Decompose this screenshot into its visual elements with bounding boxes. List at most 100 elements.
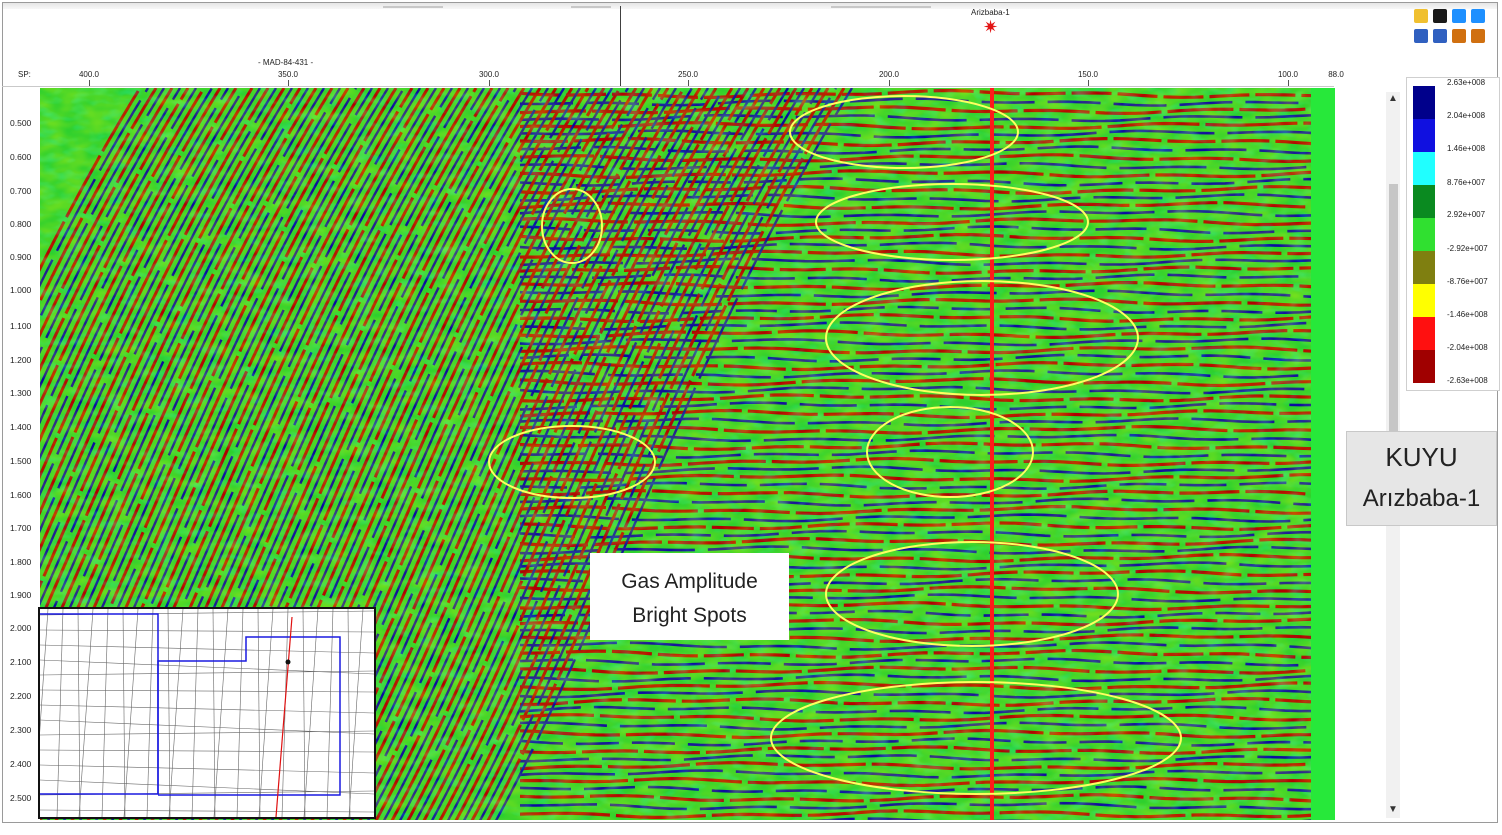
map-line bbox=[212, 609, 216, 817]
map-line bbox=[40, 719, 374, 735]
map-line bbox=[40, 609, 49, 733]
cursor-line bbox=[620, 6, 621, 86]
sp-tick-label: 350.0 bbox=[277, 70, 299, 79]
time-axis-label: 2.300 bbox=[10, 725, 32, 735]
tab-marker[interactable] bbox=[383, 6, 443, 8]
well-marker-icon[interactable]: ✷ bbox=[983, 18, 998, 36]
legend-swatch bbox=[1413, 284, 1435, 317]
legend-swatch bbox=[1413, 317, 1435, 350]
base-map bbox=[40, 609, 374, 817]
map-line bbox=[167, 609, 171, 817]
seismic-line-trace bbox=[275, 616, 293, 817]
time-axis-label: 1.500 bbox=[10, 456, 32, 466]
sp-tick-label: 400.0 bbox=[78, 70, 100, 79]
legend-swatch bbox=[1413, 152, 1435, 185]
map-line bbox=[40, 689, 374, 693]
axis-rule bbox=[2, 86, 1334, 87]
tab-marker[interactable] bbox=[831, 6, 931, 8]
map-line bbox=[123, 609, 139, 817]
legend-label: -2.04e+008 bbox=[1447, 343, 1488, 352]
callout-line-1: Gas Amplitude bbox=[621, 570, 758, 593]
map-line bbox=[78, 609, 94, 817]
scroll-up-icon[interactable]: ▲ bbox=[1386, 93, 1400, 104]
map-line bbox=[347, 609, 351, 817]
tab-marker[interactable] bbox=[571, 6, 611, 8]
time-axis-label: 2.500 bbox=[10, 793, 32, 803]
legend-label: 8.76e+007 bbox=[1447, 178, 1486, 187]
map-line bbox=[326, 609, 334, 817]
map-line bbox=[77, 609, 81, 817]
map-line bbox=[40, 749, 374, 753]
undo-icon[interactable] bbox=[1433, 29, 1447, 43]
legend-label: -2.63e+008 bbox=[1447, 376, 1488, 385]
legend-label: 2.04e+008 bbox=[1447, 111, 1486, 120]
map-line bbox=[302, 609, 306, 817]
legend-swatch bbox=[1413, 185, 1435, 218]
time-axis-label: 0.700 bbox=[10, 186, 32, 196]
license-boundary bbox=[40, 613, 159, 795]
time-axis-label: 0.500 bbox=[10, 118, 32, 128]
save-icon[interactable] bbox=[1433, 9, 1447, 23]
map-line bbox=[56, 609, 64, 817]
legend-label: -2.92e+007 bbox=[1447, 244, 1488, 253]
time-axis-label: 1.800 bbox=[10, 557, 32, 567]
sp-tick-label: 100.0 bbox=[1277, 70, 1299, 79]
map-line bbox=[40, 779, 374, 795]
sort-down-icon[interactable] bbox=[1452, 29, 1466, 43]
legend-label: -1.46e+008 bbox=[1447, 310, 1488, 319]
map-line bbox=[303, 609, 319, 817]
time-axis-label: 2.000 bbox=[10, 623, 32, 633]
map-line bbox=[281, 609, 289, 817]
map-line bbox=[40, 659, 374, 675]
back-arrow-icon[interactable] bbox=[1452, 9, 1466, 23]
time-axis-label: 1.700 bbox=[10, 523, 32, 533]
map-line bbox=[257, 609, 261, 817]
map-line bbox=[122, 609, 126, 817]
map-line bbox=[146, 609, 154, 817]
time-axis-label: 1.400 bbox=[10, 422, 32, 432]
map-line bbox=[40, 670, 374, 676]
time-axis-label: 1.000 bbox=[10, 285, 32, 295]
time-axis-label: 2.200 bbox=[10, 691, 32, 701]
legend-swatch bbox=[1413, 86, 1435, 119]
well-name-label: Arizbaba-1 bbox=[971, 8, 1010, 17]
map-line bbox=[236, 609, 244, 817]
sp-tick-label: 250.0 bbox=[677, 70, 699, 79]
map-line bbox=[191, 609, 199, 817]
legend-label: 2.63e+008 bbox=[1447, 78, 1486, 87]
time-axis-label: 1.300 bbox=[10, 388, 32, 398]
sp-tick-label: 300.0 bbox=[478, 70, 500, 79]
callout-line-2: Bright Spots bbox=[632, 604, 747, 627]
legend-swatch bbox=[1413, 251, 1435, 284]
scroll-down-icon[interactable]: ▼ bbox=[1386, 804, 1400, 815]
open-folder-icon[interactable] bbox=[1414, 9, 1428, 23]
seismic-line-name: - MAD-84-431 - bbox=[258, 58, 314, 67]
time-axis-label: 1.900 bbox=[10, 590, 32, 600]
time-axis-label: 2.400 bbox=[10, 759, 32, 769]
refresh-icon[interactable] bbox=[1414, 29, 1428, 43]
legend-label: -8.76e+007 bbox=[1447, 277, 1488, 286]
title-strip bbox=[3, 3, 1497, 9]
map-line bbox=[40, 730, 374, 736]
time-axis-label: 0.900 bbox=[10, 252, 32, 262]
scrollbar-thumb[interactable] bbox=[1389, 184, 1398, 434]
legend-label: 2.92e+007 bbox=[1447, 210, 1486, 219]
map-line bbox=[213, 609, 229, 817]
sort-up-icon[interactable] bbox=[1471, 29, 1485, 43]
map-line bbox=[40, 629, 374, 633]
location-map-inset[interactable] bbox=[38, 607, 376, 819]
amplitude-color-legend: 2.63e+008 2.04e+008 1.46e+008 8.76e+007 … bbox=[1406, 77, 1500, 391]
map-line bbox=[40, 764, 374, 774]
forward-arrow-icon[interactable] bbox=[1471, 9, 1485, 23]
map-line bbox=[40, 704, 374, 714]
map-line bbox=[348, 609, 364, 817]
time-axis-label: 1.600 bbox=[10, 490, 32, 500]
legend-label: 1.46e+008 bbox=[1447, 144, 1486, 153]
sp-tick-label: 200.0 bbox=[878, 70, 900, 79]
map-line bbox=[101, 609, 109, 817]
legend-swatch bbox=[1413, 350, 1435, 383]
time-axis-label: 2.100 bbox=[10, 657, 32, 667]
legend-swatch bbox=[1413, 218, 1435, 251]
map-line bbox=[40, 809, 374, 813]
well-location-icon[interactable] bbox=[285, 659, 291, 665]
